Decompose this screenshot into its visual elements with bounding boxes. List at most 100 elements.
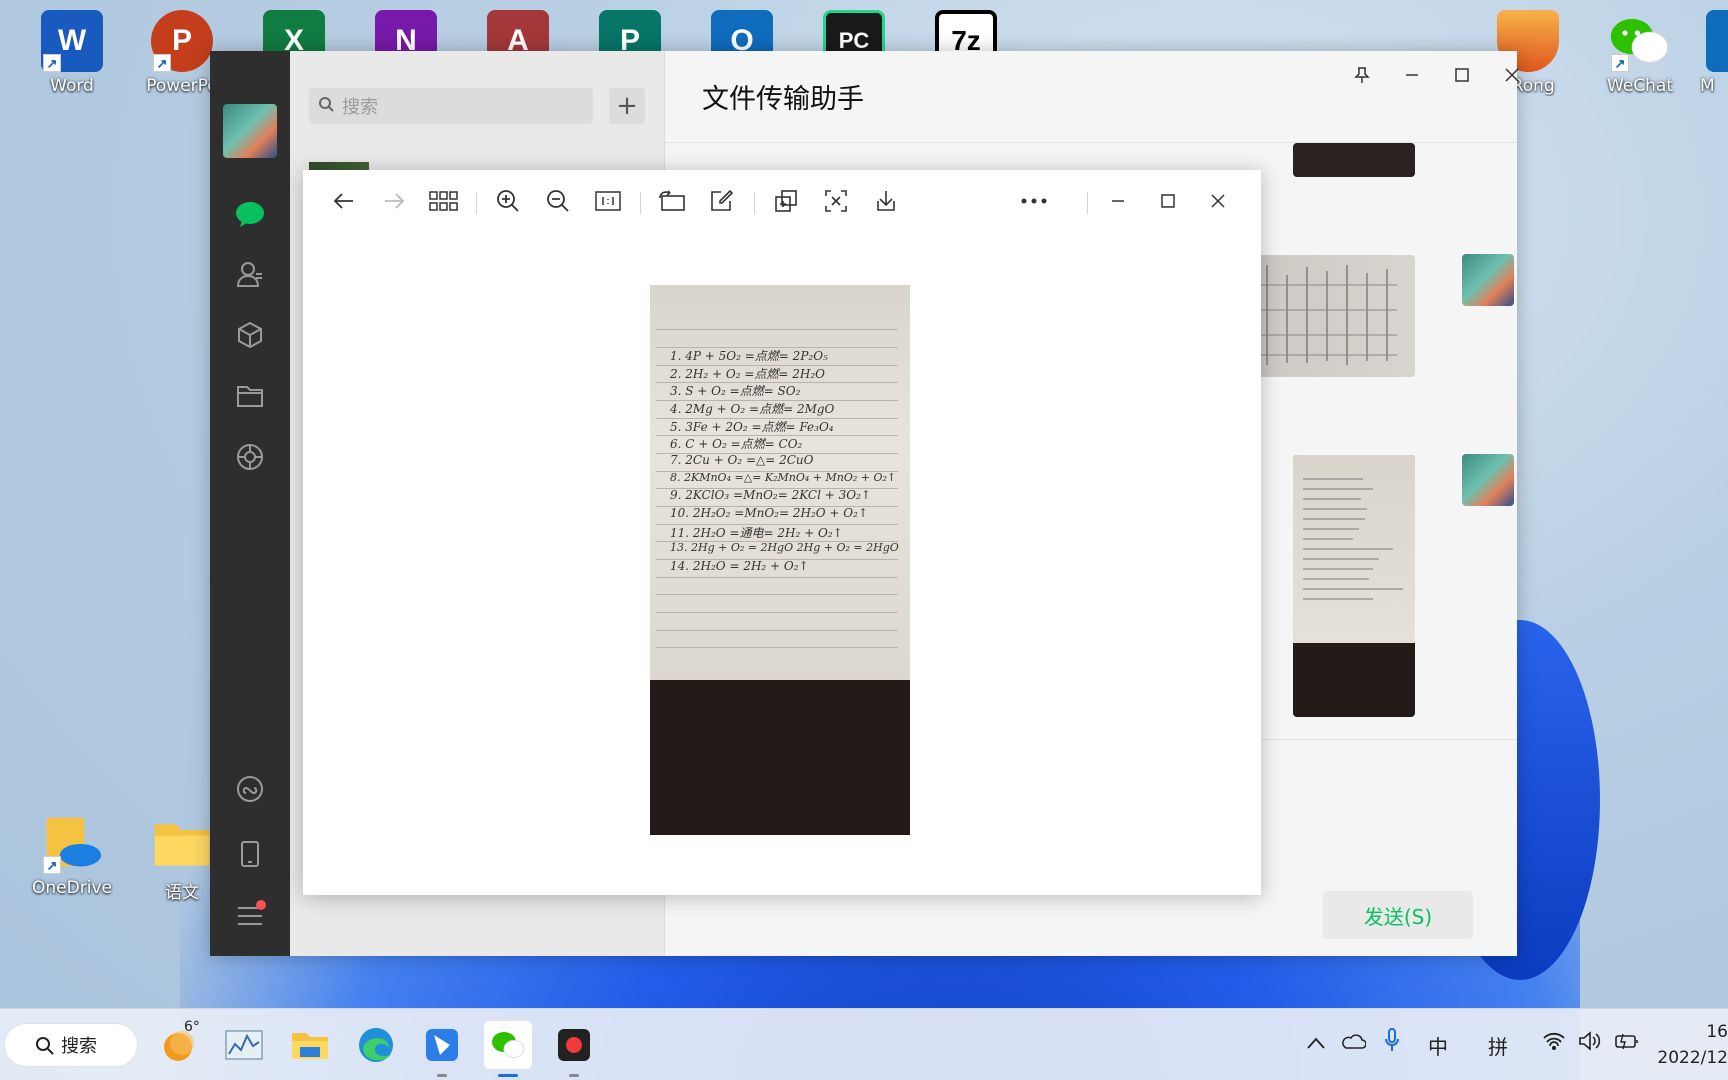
translate-icon[interactable]: [767, 185, 805, 217]
search-icon: [35, 1036, 55, 1061]
handwritten-line: 8. 2KMnO₄ =△= K₂MnO₄ + MnO₂ + O₂↑: [670, 471, 897, 484]
phone-icon[interactable]: [234, 838, 266, 870]
active-indicator: [498, 1074, 518, 1077]
taskbar: 搜索 6° 中 拼 16 2022/12: [0, 1008, 1728, 1080]
handwritten-line: 4. 2Mg + O₂ =点燃= 2MgO: [670, 402, 835, 416]
add-button[interactable]: +: [609, 88, 645, 124]
desktop-icon-onedrive[interactable]: ↗ OneDrive: [24, 812, 120, 898]
handwritten-line: 1. 4P + 5O₂ =点燃= 2P₂O₅: [670, 349, 828, 363]
maximize-icon[interactable]: [1149, 185, 1187, 217]
handwritten-line: 6. C + O₂ =点燃= CO₂: [670, 437, 803, 451]
battery-icon[interactable]: [1614, 1031, 1640, 1055]
wechat-icon: ↗: [1609, 10, 1671, 72]
weather-temp: 6°: [184, 1019, 200, 1035]
maximize-icon[interactable]: [1443, 57, 1481, 93]
toolbar-divider: [640, 192, 641, 214]
feishu-icon[interactable]: [418, 1021, 466, 1077]
wechat-taskbar-icon[interactable]: [484, 1021, 532, 1077]
wifi-icon[interactable]: [1542, 1031, 1566, 1055]
clock[interactable]: 16 2022/12: [1657, 1019, 1728, 1071]
actual-size-icon[interactable]: [589, 185, 627, 217]
wechat-sidebar: [210, 51, 290, 956]
desktop-icon-wechat[interactable]: ↗ WeChat: [1592, 10, 1688, 96]
contacts-icon[interactable]: [234, 258, 266, 290]
avatar[interactable]: [1462, 254, 1514, 306]
zoom-in-icon[interactable]: [489, 185, 527, 217]
message-image[interactable]: [1293, 143, 1415, 177]
weather-widget[interactable]: 6°: [154, 1019, 202, 1069]
moments-icon[interactable]: [234, 441, 266, 473]
file-explorer-icon[interactable]: [286, 1021, 334, 1069]
desktop-icon-word[interactable]: W ↗ Word: [24, 10, 120, 96]
volume-icon[interactable]: [1578, 1031, 1602, 1056]
handwritten-line: 10. 2H₂O₂ =MnO₂= 2H₂O + O₂↑: [670, 506, 868, 520]
handwritten-line: 2. 2H₂ + O₂ =点燃= 2H₂O: [670, 367, 825, 381]
chat-icon[interactable]: [234, 198, 266, 230]
zoom-out-icon[interactable]: [539, 185, 577, 217]
search-placeholder: 搜索: [342, 97, 378, 118]
notification-dot: [256, 900, 266, 910]
image-viewer-window: 1. 4P + 5O₂ =点燃= 2P₂O₅ 2. 2H₂ + O₂ =点燃= …: [303, 170, 1261, 895]
microphone-icon[interactable]: [1384, 1027, 1400, 1058]
taskbar-search[interactable]: 搜索: [4, 1023, 138, 1067]
chat-title: 文件传输助手: [702, 84, 864, 115]
notebook-page: 1. 4P + 5O₂ =点燃= 2P₂O₅ 2. 2H₂ + O₂ =点燃= …: [650, 285, 910, 680]
back-arrow-icon[interactable]: [325, 185, 363, 217]
grid-view-icon[interactable]: [425, 185, 463, 217]
handwritten-line: 13. 2Hg + O₂ = 2HgO 2Hg + O₂ = 2HgO: [670, 541, 899, 554]
ime-pinyin[interactable]: 拼: [1488, 1031, 1508, 1060]
taskbar-search-label: 搜索: [61, 1036, 97, 1057]
folder-icon[interactable]: [234, 380, 266, 412]
viewed-photo[interactable]: 1. 4P + 5O₂ =点燃= 2P₂O₅ 2. 2H₂ + O₂ =点燃= …: [650, 285, 910, 835]
minimize-icon[interactable]: [1393, 57, 1431, 93]
menu-icon[interactable]: [234, 900, 266, 932]
desktop-icon-label: OneDrive: [32, 878, 112, 898]
toolbar-divider: [754, 192, 755, 214]
toolbar-divider: [476, 192, 477, 214]
clock-date: 2022/12: [1657, 1048, 1728, 1068]
desktop-icon-label: M: [1700, 76, 1715, 96]
desktop-icon-partial[interactable]: M: [1700, 10, 1728, 96]
handwritten-line: 3. S + O₂ =点燃= SO₂: [670, 384, 801, 398]
edit-icon[interactable]: [703, 185, 741, 217]
rotate-icon[interactable]: [653, 185, 691, 217]
mini-program-icon[interactable]: [234, 773, 266, 805]
word-icon: W ↗: [41, 10, 103, 72]
ime-mode[interactable]: 中: [1428, 1031, 1448, 1060]
onedrive-icon: ↗: [41, 812, 103, 874]
search-icon: [318, 96, 334, 117]
minimize-icon[interactable]: [1099, 185, 1137, 217]
running-indicator: [569, 1074, 579, 1077]
handwritten-line: 14. 2H₂O = 2H₂ + O₂↑: [670, 559, 809, 573]
favorites-icon[interactable]: [234, 319, 266, 351]
forward-arrow-icon[interactable]: [375, 185, 413, 217]
running-indicator: [437, 1074, 447, 1077]
cloud-icon[interactable]: [1340, 1031, 1367, 1055]
close-icon[interactable]: [1493, 57, 1531, 93]
handwritten-line: 11. 2H₂O =通电= 2H₂ + O₂↑: [670, 526, 843, 540]
desktop-icon-label: Word: [50, 76, 94, 96]
close-icon[interactable]: [1199, 185, 1237, 217]
message-image[interactable]: [1293, 455, 1415, 717]
avatar[interactable]: [1462, 454, 1514, 506]
chevron-up-icon[interactable]: [1306, 1031, 1326, 1055]
pin-icon[interactable]: [1343, 57, 1381, 93]
app-icon: [1706, 10, 1728, 72]
handwritten-line: 9. 2KClO₃ =MnO₂= 2KCl + 3O₂↑: [670, 488, 871, 502]
edge-icon[interactable]: [352, 1021, 400, 1069]
send-button[interactable]: 发送(S): [1323, 891, 1473, 939]
handwritten-line: 5. 3Fe + 2O₂ =点燃= Fe₃O₄: [670, 420, 834, 434]
avatar[interactable]: [223, 104, 277, 158]
desktop-icon-label: WeChat: [1607, 76, 1673, 96]
powerpoint-icon: P ↗: [151, 10, 213, 72]
screen-recorder-icon[interactable]: [550, 1021, 598, 1077]
handwritten-line: 7. 2Cu + O₂ =△= 2CuO: [670, 453, 814, 467]
search-input[interactable]: 搜索: [309, 88, 593, 124]
clock-time: 16: [1706, 1022, 1728, 1042]
more-icon[interactable]: [1015, 185, 1053, 217]
task-manager-icon[interactable]: [220, 1021, 268, 1069]
extract-text-icon[interactable]: [817, 185, 855, 217]
download-icon[interactable]: [867, 185, 905, 217]
toolbar-divider: [1087, 192, 1088, 214]
folder-icon: [151, 812, 213, 874]
